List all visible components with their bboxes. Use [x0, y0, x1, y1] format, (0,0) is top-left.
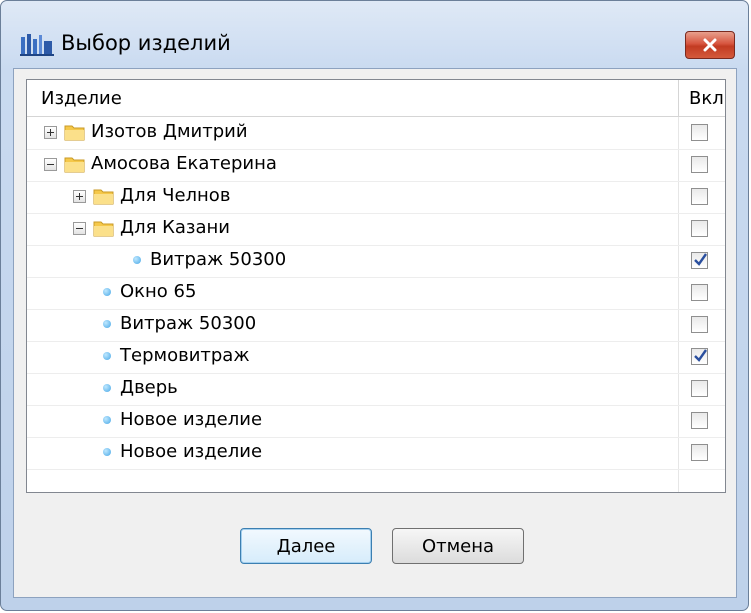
tree-row[interactable]: Термовитраж: [27, 341, 725, 374]
tree-row-label: Новое изделие: [120, 409, 263, 430]
next-button[interactable]: Далее: [240, 528, 372, 564]
row-checkbox[interactable]: [691, 412, 708, 429]
row-checkbox[interactable]: [691, 252, 708, 269]
expand-icon[interactable]: [73, 190, 86, 203]
row-checkbox[interactable]: [691, 124, 708, 141]
tree-row-label: Термовитраж: [120, 345, 250, 366]
dialog-window: Выбор изделий Изделие Вкл Изотов Дмитрий: [0, 0, 749, 611]
dialog-body: Изделие Вкл Изотов Дмитрий Амосова Екате…: [13, 68, 737, 598]
tree-row-label: Изотов Дмитрий: [91, 121, 248, 142]
cancel-button[interactable]: Отмена: [392, 528, 524, 564]
tree-row[interactable]: Дверь: [27, 373, 725, 406]
product-tree[interactable]: Изделие Вкл Изотов Дмитрий Амосова Екате…: [26, 79, 726, 493]
bullet-icon: [103, 384, 111, 392]
row-checkbox[interactable]: [691, 156, 708, 173]
title-bar[interactable]: Выбор изделий: [1, 1, 748, 73]
tree-row[interactable]: Изотов Дмитрий: [27, 117, 725, 150]
tree-header: Изделие Вкл: [27, 80, 725, 117]
tree-row[interactable]: Для Казани: [27, 213, 725, 246]
row-checkbox[interactable]: [691, 284, 708, 301]
tree-row[interactable]: Окно 65: [27, 277, 725, 310]
checkmark-icon: [694, 253, 707, 266]
folder-icon: [93, 189, 114, 205]
app-logo-icon: [20, 34, 54, 56]
folder-icon: [93, 221, 114, 237]
tree-row[interactable]: Витраж 50300: [27, 245, 725, 278]
tree-row-label: Витраж 50300: [150, 249, 287, 270]
collapse-icon[interactable]: [44, 158, 57, 171]
tree-row-label: Окно 65: [120, 281, 197, 302]
bullet-icon: [103, 416, 111, 424]
tree-row-label: Для Казани: [120, 217, 230, 238]
column-header-product[interactable]: Изделие: [41, 88, 122, 109]
close-button[interactable]: [685, 31, 735, 59]
expand-icon[interactable]: [44, 126, 57, 139]
row-checkbox[interactable]: [691, 348, 708, 365]
bullet-icon: [103, 320, 111, 328]
close-icon: [703, 38, 717, 52]
row-checkbox[interactable]: [691, 316, 708, 333]
tree-row[interactable]: Новое изделие: [27, 405, 725, 438]
bullet-icon: [103, 288, 111, 296]
tree-row[interactable]: Витраж 50300: [27, 309, 725, 342]
tree-row-label: Витраж 50300: [120, 313, 257, 334]
row-checkbox[interactable]: [691, 188, 708, 205]
bullet-icon: [133, 256, 141, 264]
tree-row-label: Амосова Екатерина: [91, 153, 277, 174]
header-divider[interactable]: [678, 80, 679, 116]
row-checkbox[interactable]: [691, 444, 708, 461]
window-title: Выбор изделий: [61, 31, 231, 55]
collapse-icon[interactable]: [73, 222, 86, 235]
folder-icon: [64, 125, 85, 141]
row-checkbox[interactable]: [691, 380, 708, 397]
row-checkbox[interactable]: [691, 220, 708, 237]
tree-row-label: Новое изделие: [120, 441, 263, 462]
tree-row-label: Для Челнов: [120, 185, 231, 206]
column-header-enabled[interactable]: Вкл: [689, 88, 724, 109]
tree-row-label: Дверь: [120, 377, 178, 398]
bullet-icon: [103, 352, 111, 360]
bullet-icon: [103, 448, 111, 456]
tree-row[interactable]: Для Челнов: [27, 181, 725, 214]
tree-row[interactable]: Амосова Екатерина: [27, 149, 725, 182]
checkmark-icon: [694, 349, 707, 362]
tree-row[interactable]: Новое изделие: [27, 437, 725, 470]
folder-icon: [64, 157, 85, 173]
